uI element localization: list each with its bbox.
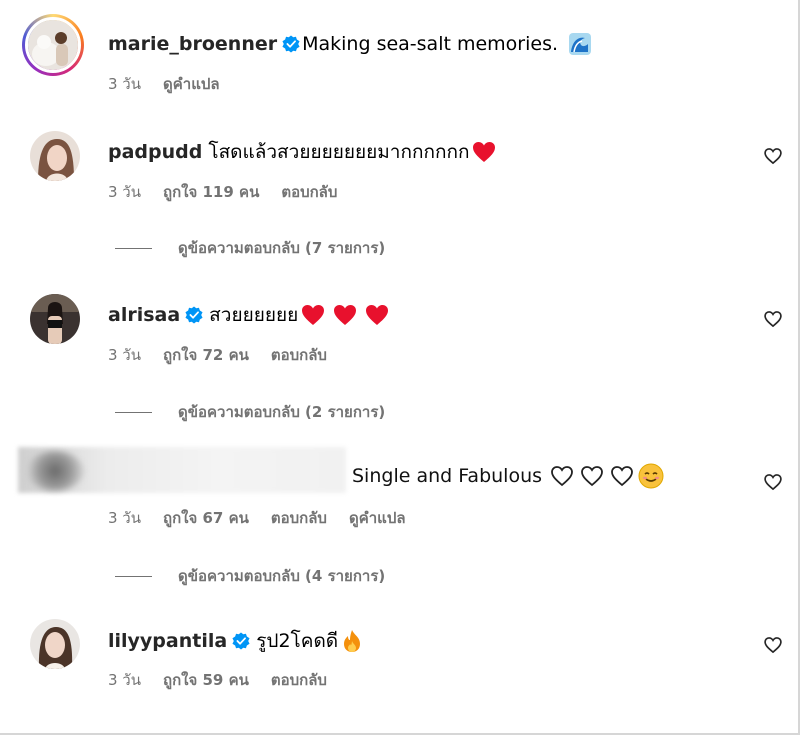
comment-text: Making sea-salt memories.: [302, 33, 559, 55]
username[interactable]: padpudd: [108, 141, 202, 163]
likes-count[interactable]: ถูกใจ 59 คน: [163, 668, 249, 692]
red-heart-icon: [473, 142, 496, 162]
comment-text: โสดแล้วสวยยยยยยยมากกกกกก: [208, 141, 470, 163]
red-heart-icon: [366, 305, 389, 325]
verified-badge-icon: [185, 306, 203, 324]
likes-count[interactable]: ถูกใจ 67 คน: [163, 506, 249, 530]
likes-count[interactable]: ถูกใจ 72 คน: [163, 343, 249, 367]
comment-time: 3 วัน: [108, 671, 141, 689]
username[interactable]: alrisaa: [108, 304, 180, 326]
username[interactable]: lilyypantila: [108, 630, 227, 652]
white-heart-icon: [611, 466, 633, 487]
comment-time: 3 วัน: [108, 346, 141, 364]
view-replies-label: ดูข้อความตอบกลับ (7 รายการ): [178, 239, 386, 257]
view-replies-label: ดูข้อความตอบกลับ (4 รายการ): [178, 567, 386, 585]
divider-line: [115, 575, 152, 577]
red-heart-icon: [302, 305, 325, 325]
divider-line: [115, 247, 152, 249]
white-heart-icon: [551, 466, 573, 487]
smiling-face-icon: [638, 463, 664, 489]
divider-line: [115, 411, 152, 413]
reply-button[interactable]: ตอบกลับ: [281, 180, 337, 204]
blurred-avatar: [26, 451, 84, 491]
verified-badge-icon: [232, 632, 250, 650]
comment-time: 3 วัน: [108, 509, 141, 527]
avatar[interactable]: [30, 131, 80, 181]
like-heart-icon[interactable]: [763, 472, 783, 492]
fire-icon: [344, 630, 361, 652]
avatar-photo: [25, 17, 81, 73]
avatar[interactable]: [22, 14, 84, 76]
avatar[interactable]: [30, 619, 80, 669]
like-heart-icon[interactable]: [763, 635, 783, 655]
wave-icon: [569, 33, 592, 55]
username[interactable]: marie_broenner: [108, 33, 277, 55]
see-translation-link[interactable]: ดูคำแปล: [349, 506, 406, 530]
view-replies-label: ดูข้อความตอบกลับ (2 รายการ): [178, 403, 386, 421]
comment-time: 3 วัน: [108, 75, 141, 93]
verified-badge-icon: [282, 35, 300, 53]
view-replies-button[interactable]: ดูข้อความตอบกลับ (4 รายการ): [115, 564, 385, 588]
comment-text: Single and Fabulous: [352, 465, 543, 487]
reply-button[interactable]: ตอบกลับ: [271, 343, 327, 367]
like-heart-icon[interactable]: [763, 146, 783, 166]
comment-text: รูป2โคดดี: [256, 630, 339, 652]
red-heart-icon: [334, 305, 357, 325]
view-replies-button[interactable]: ดูข้อความตอบกลับ (7 รายการ): [115, 236, 385, 260]
comment-text: สวยยยยยย: [209, 304, 299, 326]
view-replies-button[interactable]: ดูข้อความตอบกลับ (2 รายการ): [115, 400, 385, 424]
like-heart-icon[interactable]: [763, 309, 783, 329]
reply-button[interactable]: ตอบกลับ: [271, 668, 327, 692]
likes-count[interactable]: ถูกใจ 119 คน: [163, 180, 259, 204]
reply-button[interactable]: ตอบกลับ: [271, 506, 327, 530]
white-heart-icon: [581, 466, 603, 487]
comment-time: 3 วัน: [108, 183, 141, 201]
see-translation-link[interactable]: ดูคำแปล: [163, 72, 220, 96]
avatar[interactable]: [30, 294, 80, 344]
